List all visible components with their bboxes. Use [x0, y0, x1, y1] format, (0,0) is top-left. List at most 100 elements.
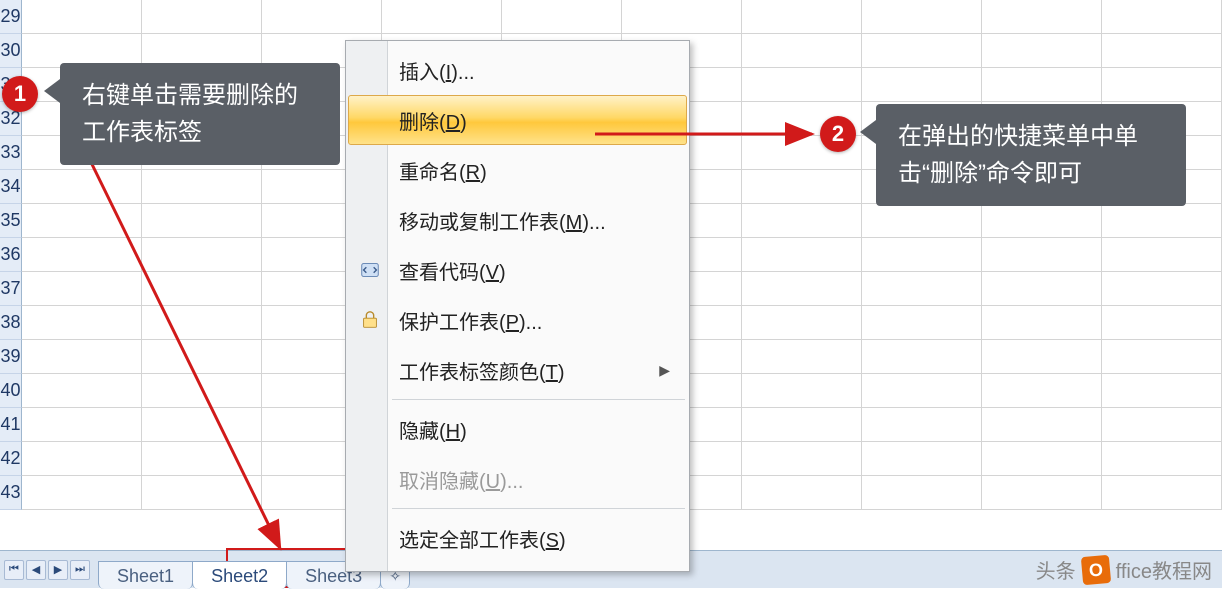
menu-item-S[interactable]: 选定全部工作表(S) [348, 513, 687, 563]
cell[interactable] [142, 238, 262, 272]
cell[interactable] [742, 374, 862, 408]
cell[interactable] [742, 204, 862, 238]
row-header[interactable]: 38 [0, 306, 22, 340]
cell[interactable] [982, 272, 1102, 306]
cell[interactable] [862, 0, 982, 34]
cell[interactable] [862, 408, 982, 442]
cell[interactable] [1102, 340, 1222, 374]
menu-item-V[interactable]: 查看代码(V) [348, 245, 687, 295]
cell[interactable] [1102, 374, 1222, 408]
cell[interactable] [22, 272, 142, 306]
cell[interactable] [1102, 34, 1222, 68]
nav-last-button[interactable]: ⏭ [70, 560, 90, 580]
cell[interactable] [22, 476, 142, 510]
cell[interactable] [142, 204, 262, 238]
cell[interactable] [862, 204, 982, 238]
cell[interactable] [22, 306, 142, 340]
cell[interactable] [142, 340, 262, 374]
row-header[interactable]: 36 [0, 238, 22, 272]
nav-prev-button[interactable]: ◀ [26, 560, 46, 580]
menu-item-H[interactable]: 隐藏(H) [348, 404, 687, 454]
cell[interactable] [742, 340, 862, 374]
cell[interactable] [142, 170, 262, 204]
sheet-tab-sheet1[interactable]: Sheet1 [98, 561, 193, 589]
cell[interactable] [1102, 408, 1222, 442]
row-header[interactable]: 43 [0, 476, 22, 510]
menu-item-P[interactable]: 保护工作表(P)... [348, 295, 687, 345]
cell[interactable] [862, 476, 982, 510]
cell[interactable] [22, 408, 142, 442]
row-header[interactable]: 37 [0, 272, 22, 306]
row-header[interactable]: 41 [0, 408, 22, 442]
cell[interactable] [742, 34, 862, 68]
cell[interactable] [1102, 476, 1222, 510]
cell[interactable] [1102, 272, 1222, 306]
cell[interactable] [982, 408, 1102, 442]
cell[interactable] [1102, 68, 1222, 102]
cell[interactable] [1102, 204, 1222, 238]
cell[interactable] [22, 170, 142, 204]
cell[interactable] [742, 408, 862, 442]
menu-item-M[interactable]: 移动或复制工作表(M)... [348, 195, 687, 245]
cell[interactable] [22, 204, 142, 238]
nav-next-button[interactable]: ▶ [48, 560, 68, 580]
cell[interactable] [22, 340, 142, 374]
row-header[interactable]: 35 [0, 204, 22, 238]
cell[interactable] [862, 374, 982, 408]
cell[interactable] [742, 272, 862, 306]
cell[interactable] [502, 0, 622, 34]
menu-item-R[interactable]: 重命名(R) [348, 145, 687, 195]
cell[interactable] [862, 68, 982, 102]
cell[interactable] [982, 476, 1102, 510]
cell[interactable] [1102, 306, 1222, 340]
cell[interactable] [982, 442, 1102, 476]
row-header[interactable]: 29 [0, 0, 22, 34]
cell[interactable] [22, 374, 142, 408]
row-header[interactable]: 40 [0, 374, 22, 408]
cell[interactable] [982, 306, 1102, 340]
cell[interactable] [742, 442, 862, 476]
row-header[interactable]: 39 [0, 340, 22, 374]
cell[interactable] [142, 374, 262, 408]
sheet-tab-sheet2[interactable]: Sheet2 [192, 561, 287, 589]
cell[interactable] [142, 306, 262, 340]
menu-item-I[interactable]: 插入(I)... [348, 45, 687, 95]
cell[interactable] [982, 374, 1102, 408]
cell[interactable] [982, 238, 1102, 272]
row-header[interactable]: 42 [0, 442, 22, 476]
cell[interactable] [862, 34, 982, 68]
row-header[interactable]: 34 [0, 170, 22, 204]
cell[interactable] [742, 170, 862, 204]
cell[interactable] [22, 442, 142, 476]
cell[interactable] [622, 0, 742, 34]
cell[interactable] [742, 306, 862, 340]
row-header[interactable]: 30 [0, 34, 22, 68]
cell[interactable] [862, 442, 982, 476]
cell[interactable] [862, 238, 982, 272]
cell[interactable] [142, 476, 262, 510]
cell[interactable] [862, 306, 982, 340]
cell[interactable] [982, 204, 1102, 238]
cell[interactable] [862, 340, 982, 374]
menu-item-T[interactable]: 工作表标签颜色(T)▶ [348, 345, 687, 395]
cell[interactable] [742, 238, 862, 272]
row-header[interactable]: 33 [0, 136, 22, 170]
cell[interactable] [262, 0, 382, 34]
cell[interactable] [22, 238, 142, 272]
cell[interactable] [742, 68, 862, 102]
cell[interactable] [142, 408, 262, 442]
cell[interactable] [982, 34, 1102, 68]
nav-first-button[interactable]: ⏮ [4, 560, 24, 580]
cell[interactable] [862, 272, 982, 306]
menu-item-D[interactable]: 删除(D) [348, 95, 687, 145]
cell[interactable] [742, 0, 862, 34]
cell[interactable] [982, 340, 1102, 374]
cell[interactable] [22, 0, 142, 34]
cell[interactable] [142, 0, 262, 34]
cell[interactable] [1102, 238, 1222, 272]
cell[interactable] [742, 476, 862, 510]
cell[interactable] [1102, 0, 1222, 34]
cell[interactable] [142, 272, 262, 306]
cell[interactable] [1102, 442, 1222, 476]
cell[interactable] [382, 0, 502, 34]
